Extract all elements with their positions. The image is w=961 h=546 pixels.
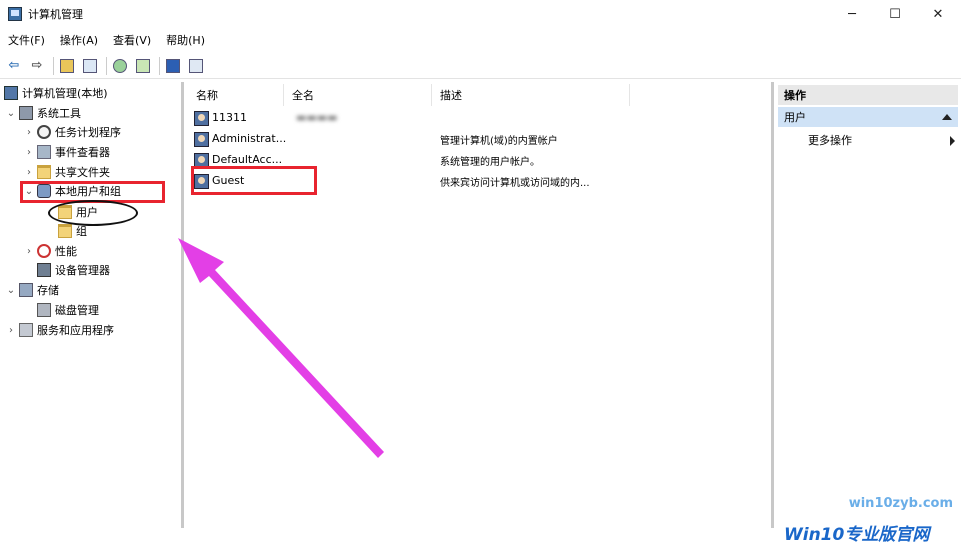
watermark-url: win10zyb.com	[848, 496, 953, 511]
magenta-arrow-icon	[178, 238, 384, 458]
annotation-arrow	[178, 238, 384, 458]
watermark-logo: Win10专业版官网	[784, 525, 930, 545]
